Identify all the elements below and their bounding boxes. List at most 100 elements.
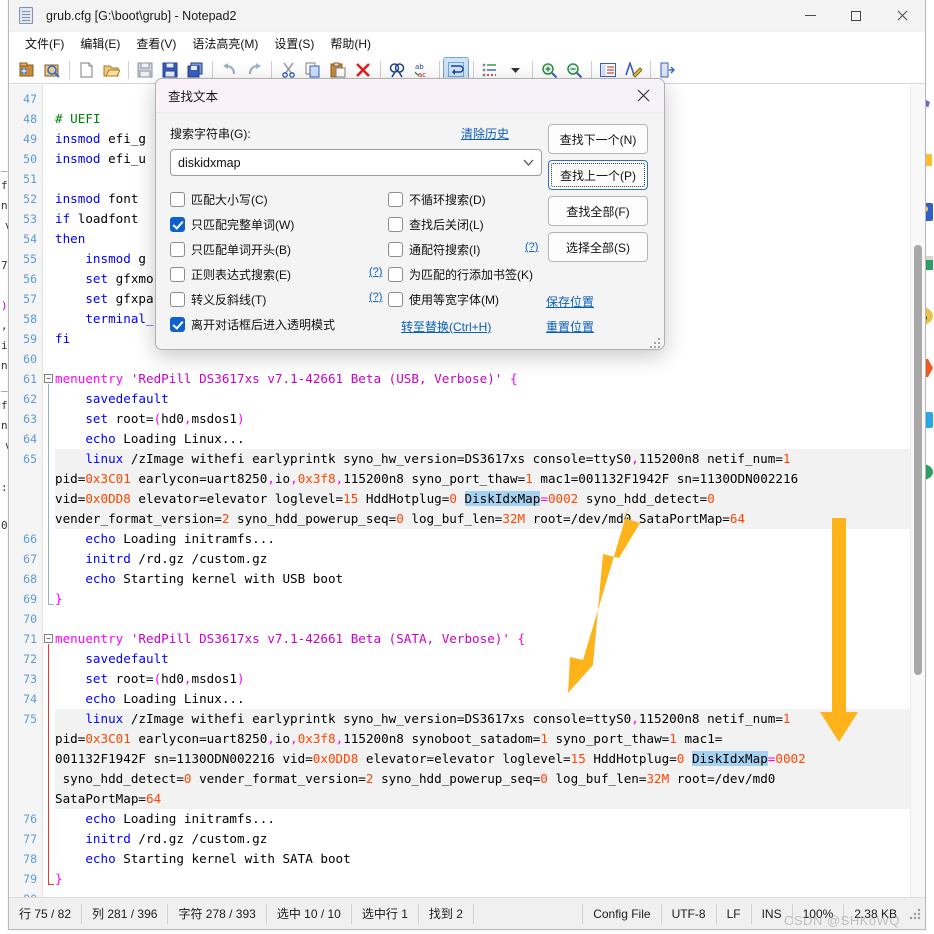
code-line[interactable]: vender_format_version=2 syno_hdd_powerup… xyxy=(55,509,925,529)
line-number: 71 xyxy=(23,632,37,646)
code-line[interactable]: pid=0x3C01 earlycon=uart8250,io,0x3f8,11… xyxy=(55,729,925,749)
minimize-button[interactable] xyxy=(787,0,833,32)
code-token: } xyxy=(55,591,63,606)
code-line[interactable]: syno_hdd_detect=0 vender_format_version=… xyxy=(55,769,925,789)
checkbox-box[interactable] xyxy=(388,292,403,307)
checkbox-escape-backslash[interactable]: 转义反斜线(T) xyxy=(170,291,266,308)
code-line[interactable]: vid=0x0DD8 elevator=elevator loglevel=15… xyxy=(55,489,925,509)
find-all-button[interactable]: 查找全部(F) xyxy=(548,196,648,226)
checkbox-regex[interactable]: 正则表达式搜索(E) xyxy=(170,266,291,283)
code-line[interactable] xyxy=(55,889,925,897)
menu-edit[interactable]: 编辑(E) xyxy=(72,32,128,55)
new-window-icon[interactable] xyxy=(15,58,39,82)
search-input-value[interactable]: diskidxmap xyxy=(171,156,515,170)
fold-toggle-icon[interactable]: − xyxy=(44,374,53,383)
maximize-button[interactable] xyxy=(833,0,879,32)
goto-replace-link[interactable]: 转至替换(Ctrl+H) xyxy=(401,318,491,335)
code-token: insmod xyxy=(55,151,101,166)
checkbox-word-start[interactable]: 只匹配单词开头(B) xyxy=(170,241,291,258)
checkbox-box[interactable] xyxy=(388,267,403,282)
checkbox-bookmark-matches[interactable]: 为匹配的行添加书签(K) xyxy=(388,266,533,283)
code-token: echo xyxy=(55,851,116,866)
editor-vertical-scrollbar[interactable] xyxy=(910,85,925,897)
code-folding-column[interactable]: − − xyxy=(43,85,55,897)
scrollbar-thumb[interactable] xyxy=(914,245,922,675)
fold-toggle-icon[interactable]: − xyxy=(44,634,53,643)
close-button[interactable] xyxy=(879,0,925,32)
resize-grip[interactable] xyxy=(907,906,923,922)
new-file-icon[interactable] xyxy=(74,58,98,82)
checkbox-no-wrap[interactable]: 不循环搜索(D) xyxy=(388,191,486,208)
search-input[interactable]: diskidxmap xyxy=(170,149,542,176)
checkbox-monospace-font[interactable]: 使用等宽字体(M) xyxy=(388,291,499,308)
code-line[interactable]: } xyxy=(55,589,925,609)
code-line[interactable]: echo Loading initramfs... xyxy=(55,529,925,549)
code-line[interactable]: initrd /rd.gz /custom.gz xyxy=(55,549,925,569)
save-position-link[interactable]: 保存位置 xyxy=(546,293,594,310)
line-number: 52 xyxy=(23,192,37,206)
code-line[interactable]: menuentry 'RedPill DS3617xs v7.1-42661 B… xyxy=(55,369,925,389)
open-file-icon[interactable] xyxy=(99,58,123,82)
code-line[interactable] xyxy=(55,609,925,629)
find-text-dialog[interactable]: 查找文本 搜索字符串(G): 清除历史 diskidxmap 匹配大小写(C) … xyxy=(155,78,665,350)
checkbox-box[interactable] xyxy=(170,292,185,307)
save-icon[interactable] xyxy=(133,58,157,82)
menu-help[interactable]: 帮助(H) xyxy=(322,32,379,55)
code-line[interactable]: echo Starting kernel with SATA boot xyxy=(55,849,925,869)
window-titlebar[interactable]: grub.cfg [G:\boot\grub] - Notepad2 xyxy=(9,0,925,32)
checkbox-box[interactable] xyxy=(388,217,403,232)
code-line[interactable]: linux /zImage withefi earlyprintk syno_h… xyxy=(55,449,925,469)
checkbox-box[interactable] xyxy=(170,192,185,207)
status-eol[interactable]: LF xyxy=(715,903,751,924)
find-prev-button[interactable]: 查找上一个(P) xyxy=(548,160,648,190)
find-dialog-titlebar[interactable]: 查找文本 xyxy=(156,79,664,113)
code-line[interactable]: echo Loading initramfs... xyxy=(55,809,925,829)
help-link-regex[interactable]: (?) xyxy=(369,266,382,278)
reset-position-link[interactable]: 重置位置 xyxy=(546,318,594,335)
code-line[interactable]: echo Loading Linux... xyxy=(55,689,925,709)
clear-history-link[interactable]: 清除历史 xyxy=(461,125,509,142)
find-dialog-close-button[interactable] xyxy=(622,79,664,113)
checkbox-box[interactable] xyxy=(170,242,185,257)
code-line[interactable]: pid=0x3C01 earlycon=uart8250,io,0x3f8,11… xyxy=(55,469,925,489)
checkbox-box[interactable] xyxy=(388,192,403,207)
help-link-wildcard[interactable]: (?) xyxy=(525,241,538,253)
code-line[interactable]: linux /zImage withefi earlyprintk syno_h… xyxy=(55,709,925,729)
help-link-escape[interactable]: (?) xyxy=(369,291,382,303)
open-in-explorer-icon[interactable] xyxy=(40,58,64,82)
checkbox-box[interactable] xyxy=(388,242,403,257)
code-token: font xyxy=(100,191,139,206)
code-line[interactable]: SataPortMap=64 xyxy=(55,789,925,809)
checkbox-whole-word[interactable]: 只匹配完整单词(W) xyxy=(170,216,294,233)
menu-settings[interactable]: 设置(S) xyxy=(266,32,322,55)
menu-view[interactable]: 查看(V) xyxy=(128,32,184,55)
status-filetype[interactable]: Config File xyxy=(582,903,660,924)
combo-dropdown-arrow[interactable] xyxy=(515,150,541,175)
line-number: 53 xyxy=(23,212,37,226)
code-line[interactable]: savedefault xyxy=(55,649,925,669)
code-line[interactable]: set root=(hd0,msdos1) xyxy=(55,409,925,429)
menu-file[interactable]: 文件(F) xyxy=(17,32,72,55)
code-line[interactable]: menuentry 'RedPill DS3617xs v7.1-42661 B… xyxy=(55,629,925,649)
checkbox-box[interactable] xyxy=(170,217,185,232)
select-all-button[interactable]: 选择全部(S) xyxy=(548,232,648,262)
checkbox-match-case[interactable]: 匹配大小写(C) xyxy=(170,191,268,208)
code-line[interactable]: initrd /rd.gz /custom.gz xyxy=(55,829,925,849)
checkbox-box[interactable] xyxy=(170,267,185,282)
status-encoding[interactable]: UTF-8 xyxy=(660,903,716,924)
menu-syntax[interactable]: 语法高亮(M) xyxy=(184,32,266,55)
checkbox-transparent-mode[interactable]: 离开对话框后进入透明模式 xyxy=(170,316,335,333)
code-line[interactable]: 001132F1942F sn=1130ODN002216 vid=0x0DD8… xyxy=(55,749,925,769)
code-line[interactable]: savedefault xyxy=(55,389,925,409)
checkbox-box[interactable] xyxy=(170,317,185,332)
code-line[interactable]: echo Starting kernel with USB boot xyxy=(55,569,925,589)
code-line[interactable] xyxy=(55,349,925,369)
code-line[interactable]: echo Loading Linux... xyxy=(55,429,925,449)
dialog-resize-grip[interactable] xyxy=(648,336,660,348)
code-line[interactable]: set root=(hd0,msdos1) xyxy=(55,669,925,689)
checkbox-close-after-find[interactable]: 查找后关闭(L) xyxy=(388,216,484,233)
checkbox-wildcard[interactable]: 通配符搜索(I) xyxy=(388,241,480,258)
code-line[interactable]: } xyxy=(55,869,925,889)
find-next-button[interactable]: 查找下一个(N) xyxy=(548,124,648,154)
code-token: syno_hdd_powerup_seq= xyxy=(373,771,541,786)
